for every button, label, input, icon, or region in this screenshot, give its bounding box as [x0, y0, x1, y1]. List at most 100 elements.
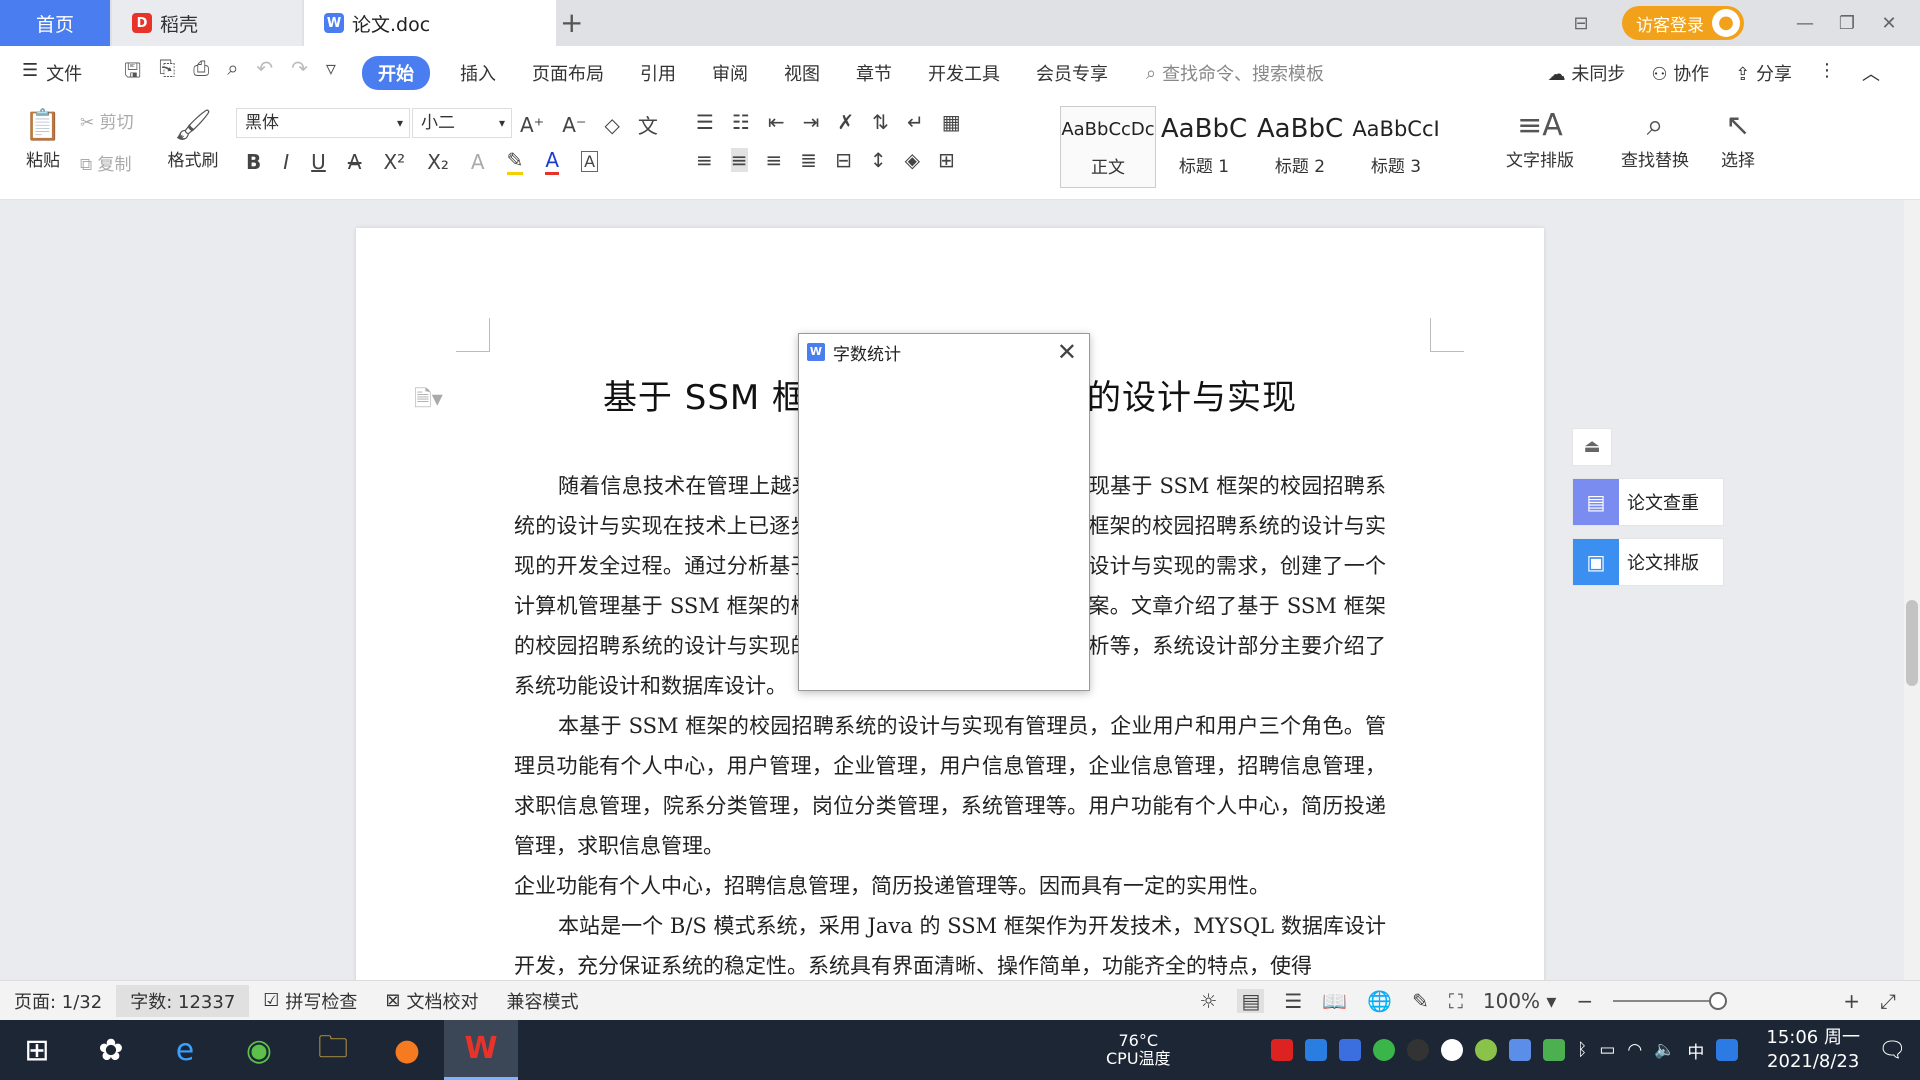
doc-proof-button[interactable]: ⊠ 文档校对 [371, 988, 492, 1014]
file-menu[interactable]: ☰ 文件 [0, 60, 100, 86]
tray-app-icon[interactable] [1509, 1039, 1532, 1061]
sort-icon[interactable]: ⇅ [872, 110, 889, 134]
bullet-list-icon[interactable]: ☰ [696, 110, 714, 134]
qq-icon[interactable] [1441, 1039, 1464, 1061]
style-heading-3[interactable]: AaBbCcI 标题 3 [1348, 106, 1444, 188]
font-name-select[interactable]: 黑体 ▾ [236, 108, 410, 138]
browser-360-icon[interactable]: ◉ [222, 1020, 296, 1080]
print-icon[interactable]: ⎙ [193, 56, 209, 90]
nvidia-icon[interactable] [1543, 1039, 1566, 1061]
tab-page-layout[interactable]: 页面布局 [514, 60, 622, 86]
tab-references[interactable]: 引用 [622, 60, 694, 86]
clock[interactable]: 15:06 周一 2021/8/23 [1766, 1026, 1860, 1074]
decrease-indent-icon[interactable]: ⇤ [768, 110, 785, 134]
vertical-scrollbar[interactable] [1904, 200, 1920, 980]
tab-document[interactable]: W 论文.doc [304, 0, 556, 46]
cut-button[interactable]: ✂ 剪切 [80, 108, 134, 133]
web-view-icon[interactable]: 🌐 [1367, 989, 1392, 1013]
underline-icon[interactable]: U [311, 150, 326, 174]
app-launcher-icon[interactable]: ✿ [74, 1020, 148, 1080]
font-size-select[interactable]: 小二 ▾ [412, 108, 512, 138]
battery-icon[interactable]: ▭ [1599, 1040, 1615, 1060]
spell-check-button[interactable]: ☑ 拼写检查 [249, 988, 371, 1014]
close-window-icon[interactable]: ✕ [1868, 13, 1910, 34]
ie-browser-icon[interactable]: e [148, 1020, 222, 1080]
numbered-list-icon[interactable]: ☷ [732, 110, 750, 134]
guest-login-button[interactable]: 访客登录 ● [1622, 6, 1744, 40]
align-left-icon[interactable]: ≡ [696, 148, 713, 172]
paste-button[interactable]: 📋 粘贴 [16, 106, 70, 171]
font-color-icon[interactable]: A [545, 148, 560, 175]
page-view-icon[interactable]: ▤ [1237, 988, 1265, 1013]
tray-app-icon[interactable] [1373, 1039, 1396, 1061]
export-icon[interactable]: ⎘ [159, 56, 175, 90]
command-search[interactable]: ⌕ 查找命令、搜索模板 [1146, 60, 1324, 86]
undo-icon[interactable]: ↶ [256, 56, 273, 90]
strikethrough-icon[interactable]: A [348, 150, 362, 174]
tray-app-icon[interactable] [1271, 1039, 1294, 1061]
tab-start[interactable]: 开始 [361, 56, 430, 90]
text-effect-icon[interactable]: A [471, 150, 485, 174]
fullscreen-icon[interactable]: ⤢ [1880, 989, 1896, 1013]
word-count-button[interactable]: 字数: 12337 [116, 984, 250, 1017]
shrink-font-icon[interactable]: A⁻ [562, 113, 586, 137]
style-heading-1[interactable]: AaBbC 标题 1 [1156, 106, 1252, 188]
tab-developer[interactable]: 开发工具 [910, 60, 1018, 86]
italic-icon[interactable]: I [283, 150, 289, 174]
tab-daoke[interactable]: D 稻壳 [112, 0, 302, 46]
subscript-icon[interactable]: X₂ [427, 150, 449, 174]
find-replace-button[interactable]: ⌕ 查找替换 [1610, 106, 1700, 171]
redo-icon[interactable]: ↷ [291, 56, 308, 90]
highlight-icon[interactable]: ✎ [506, 148, 524, 175]
wifi-icon[interactable]: ◠ [1627, 1040, 1642, 1060]
line-spacing-icon[interactable]: ↕ [870, 148, 887, 172]
eye-protect-icon[interactable]: ☼ [1200, 989, 1218, 1013]
bluetooth-icon[interactable]: ᛒ [1577, 1040, 1587, 1060]
distribute-icon[interactable]: ⊟ [835, 148, 852, 172]
tab-view[interactable]: 视图 [766, 60, 838, 86]
borders-icon[interactable]: ⊞ [938, 148, 955, 172]
text-direction-icon[interactable]: ✗ [837, 110, 854, 134]
char-border-icon[interactable]: A [581, 151, 599, 172]
justify-icon[interactable]: ≣ [800, 148, 817, 172]
style-heading-2[interactable]: AaBbC 标题 2 [1252, 106, 1348, 188]
search-tray-icon[interactable] [1716, 1039, 1739, 1061]
collapse-ribbon-icon[interactable]: ︿ [1862, 60, 1880, 86]
align-right-icon[interactable]: ≡ [766, 148, 783, 172]
tab-insert[interactable]: 插入 [442, 60, 514, 86]
print-preview-icon[interactable]: ⌕ [227, 56, 238, 90]
text-layout-button[interactable]: ≡A 文字排版 [1496, 106, 1584, 171]
outline-view-icon[interactable]: ☰ [1284, 989, 1302, 1013]
paper-layout-button[interactable]: ▣ 论文排版 [1572, 538, 1724, 586]
grow-font-icon[interactable]: A⁺ [520, 113, 544, 137]
write-mode-icon[interactable]: ✎ [1412, 989, 1429, 1013]
paragraph-mark-icon[interactable]: ↵ [907, 110, 924, 134]
zoom-slider[interactable] [1613, 991, 1728, 1010]
new-tab-icon[interactable]: + [560, 6, 583, 39]
page-indicator[interactable]: 页面: 1/32 [0, 988, 116, 1014]
paper-check-button[interactable]: ▤ 论文查重 [1572, 478, 1724, 526]
increase-indent-icon[interactable]: ⇥ [803, 110, 820, 134]
collapse-panel-icon[interactable]: ⏏ [1572, 428, 1612, 466]
more-icon[interactable]: ⋮ [1818, 60, 1836, 86]
tab-home[interactable]: 首页 [0, 0, 110, 46]
share-button[interactable]: ⇪ 分享 [1735, 60, 1792, 86]
sync-button[interactable]: ☁ 未同步 [1548, 60, 1626, 86]
fit-page-icon[interactable]: ⛶ [1449, 989, 1463, 1013]
zoom-out-icon[interactable]: − [1576, 989, 1593, 1013]
tab-member[interactable]: 会员专享 [1018, 60, 1126, 86]
close-icon[interactable]: ✕ [1057, 338, 1077, 366]
tab-review[interactable]: 审阅 [694, 60, 766, 86]
table-tool-icon[interactable]: ▦ [942, 110, 961, 134]
align-center-icon[interactable]: ≡ [730, 148, 748, 172]
windows-start-icon[interactable]: ⊞ [0, 1020, 74, 1080]
zoom-in-icon[interactable]: + [1843, 989, 1860, 1013]
layout-icon[interactable]: ⊟ [1560, 13, 1602, 34]
notification-icon[interactable]: 🗨 [1878, 1038, 1906, 1063]
read-view-icon[interactable]: 📖 [1322, 989, 1347, 1013]
copy-button[interactable]: ⧉ 复制 [80, 150, 132, 175]
tray-app-icon[interactable] [1305, 1039, 1328, 1061]
tab-chapter[interactable]: 章节 [838, 60, 910, 86]
tray-app-icon[interactable] [1475, 1039, 1498, 1061]
clear-format-icon[interactable]: ◇ [605, 113, 620, 137]
